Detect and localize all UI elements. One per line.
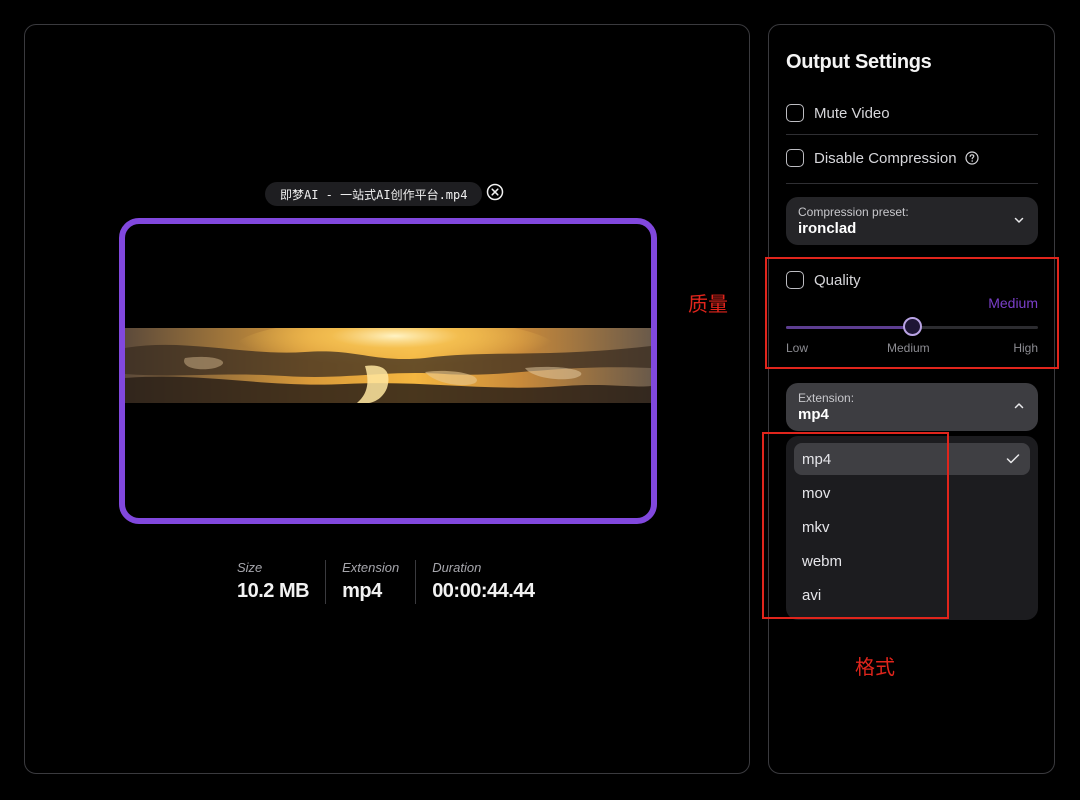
divider: [786, 134, 1038, 135]
compression-preset-select[interactable]: Compression preset: ironclad: [786, 197, 1038, 245]
close-icon[interactable]: [486, 183, 504, 201]
extension-value: mp4: [798, 406, 829, 423]
video-preview[interactable]: [119, 218, 657, 524]
settings-title: Output Settings: [786, 51, 932, 73]
check-icon: [1006, 454, 1020, 464]
chevron-down-icon: [1014, 217, 1024, 223]
extension-label: Extension:: [798, 391, 855, 405]
extension-select[interactable]: Extension: mp4: [786, 383, 1038, 431]
mute-video-label: Mute Video: [814, 104, 890, 122]
disable-compression-toggle[interactable]: Disable Compression: [786, 136, 1038, 180]
disable-compression-checkbox[interactable]: [786, 149, 804, 167]
format-annotation: 格式: [855, 655, 895, 679]
question-circle-icon[interactable]: [964, 151, 979, 165]
divider: [786, 183, 1038, 184]
compression-preset-value: ironclad: [798, 220, 857, 237]
file-name-chip: 即梦AI - 一站式AI创作平台.mp4: [265, 182, 483, 206]
disable-compression-label: Disable Compression: [814, 149, 957, 167]
meta-extension: Extension mp4: [325, 560, 415, 604]
quality-annotation: 质量: [688, 292, 728, 316]
mute-video-checkbox[interactable]: [786, 104, 804, 122]
quality-highlight-box: [765, 257, 1059, 369]
format-highlight-box: [762, 432, 949, 619]
mute-video-toggle[interactable]: Mute Video: [786, 91, 1038, 135]
video-thumbnail: [125, 328, 651, 403]
settings-panel: Output Settings Mute Video Disable Compr…: [768, 24, 1055, 774]
file-name: 即梦AI - 一站式AI创作平台.mp4: [280, 187, 468, 202]
preview-panel: 即梦AI - 一站式AI创作平台.mp4 Size 10.2 MB Extens…: [24, 24, 750, 774]
meta-duration: Duration 00:00:44.44: [415, 560, 550, 604]
file-metadata: Size 10.2 MB Extension mp4 Duration 00:0…: [237, 560, 551, 604]
chevron-up-icon: [1014, 403, 1024, 409]
compression-preset-label: Compression preset:: [798, 205, 909, 219]
meta-size: Size 10.2 MB: [237, 560, 310, 602]
